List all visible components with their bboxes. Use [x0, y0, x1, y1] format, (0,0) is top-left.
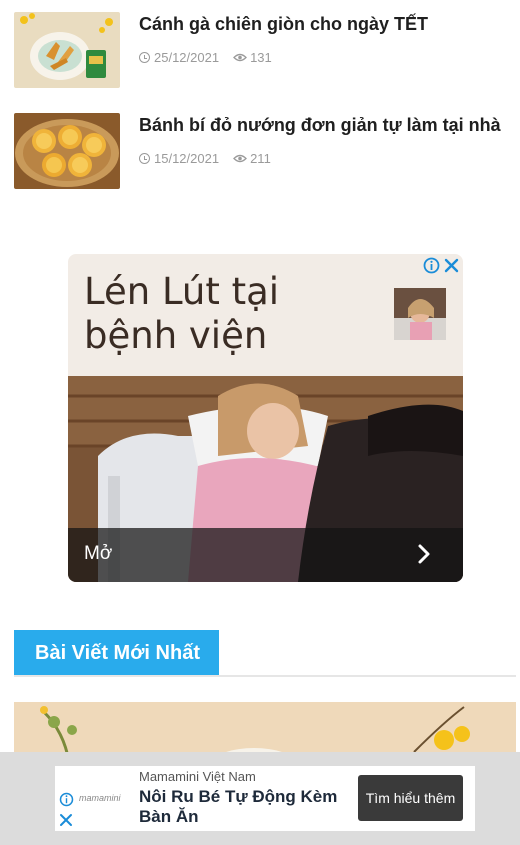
ad-thumbnail[interactable]	[394, 288, 446, 340]
article-item[interactable]: Cánh gà chiên giòn cho ngày TẾT 25/12/20…	[14, 12, 506, 88]
learn-more-button[interactable]: Tìm hiểu thêm	[358, 775, 463, 821]
clock-icon	[139, 153, 150, 164]
brand-logo: mamamini	[79, 793, 121, 803]
close-icon[interactable]	[59, 813, 73, 827]
article-thumbnail[interactable]	[14, 12, 120, 88]
article-item[interactable]: Bánh bí đỏ nướng đơn giản tự làm tại nhà…	[14, 113, 506, 189]
section-title: Bài Viết Mới Nhất	[14, 630, 219, 676]
article-date: 25/12/2021	[154, 50, 220, 65]
ad-headline-line: Lén Lút tại	[84, 270, 280, 313]
sticky-bottom-ad: mamamini Mamamini Việt Nam Nôi Ru Bé Tự …	[0, 752, 520, 845]
ad-headline-line: bệnh viện	[84, 314, 268, 357]
article-title[interactable]: Cánh gà chiên giòn cho ngày TẾT	[139, 14, 428, 35]
eye-icon	[233, 154, 247, 163]
ad-brand-name[interactable]: Mamamini Việt Nam	[139, 769, 256, 784]
adchoices-info-icon[interactable]	[423, 257, 440, 274]
chevron-right-icon[interactable]	[416, 543, 432, 565]
ad-title[interactable]: Nôi Ru Bé Tự Động Kèm Bàn Ăn	[139, 787, 354, 827]
ad-headline[interactable]: Lén Lút tại bệnh viện	[84, 270, 279, 358]
ad-open-label[interactable]: Mở	[84, 543, 112, 565]
clock-icon	[139, 52, 150, 63]
article-views: 131	[250, 50, 272, 65]
article-meta: 15/12/2021 211	[139, 151, 271, 166]
article-date: 15/12/2021	[154, 151, 220, 166]
adchoices-info-icon[interactable]	[59, 792, 74, 807]
eye-icon	[233, 53, 247, 62]
article-meta: 25/12/2021 131	[139, 50, 272, 65]
article-views: 211	[250, 151, 271, 166]
section-divider	[14, 675, 516, 677]
ad-open-bar[interactable]: Mở	[68, 528, 463, 582]
display-ad[interactable]: Lén Lút tại bệnh viện Mở	[68, 254, 463, 582]
article-title[interactable]: Bánh bí đỏ nướng đơn giản tự làm tại nhà	[139, 115, 501, 136]
sticky-ad-card[interactable]: mamamini Mamamini Việt Nam Nôi Ru Bé Tự …	[55, 766, 475, 831]
close-icon[interactable]	[443, 257, 460, 274]
article-thumbnail[interactable]	[14, 113, 120, 189]
